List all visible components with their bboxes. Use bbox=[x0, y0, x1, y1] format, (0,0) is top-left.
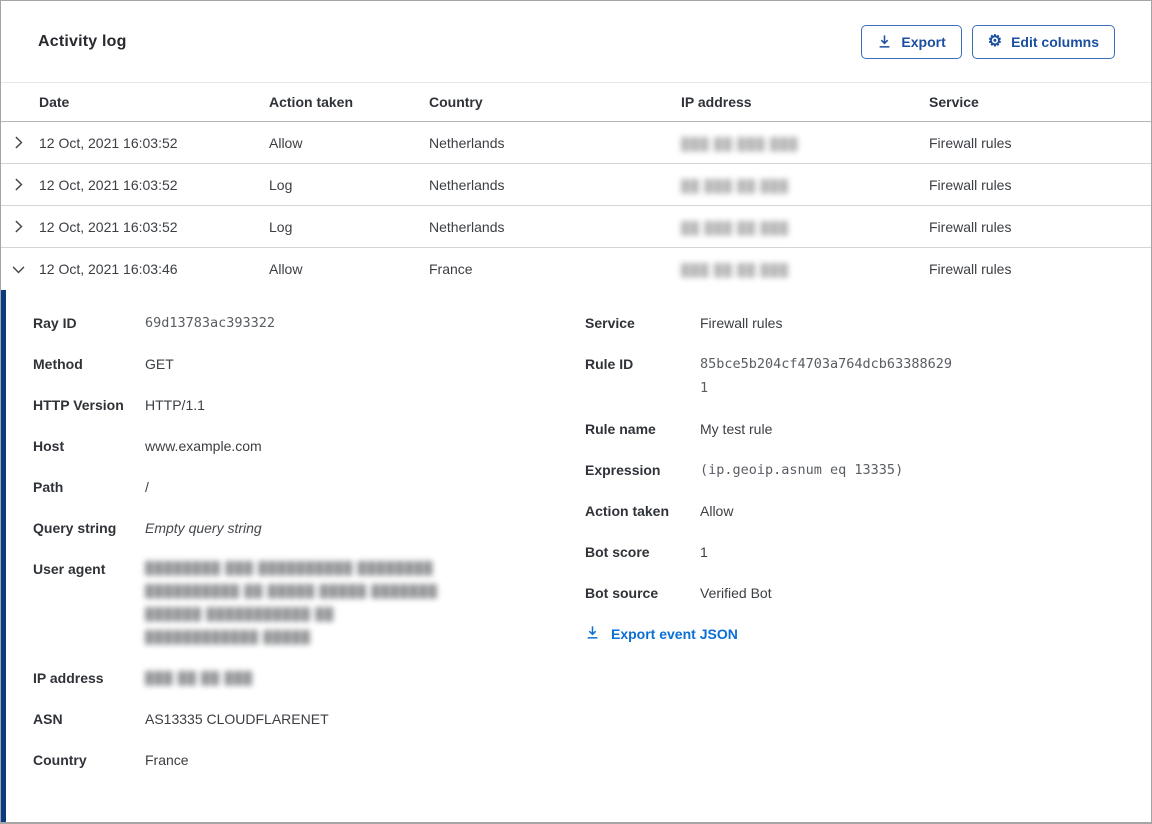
column-header-date: Date bbox=[39, 94, 70, 110]
bot-source-value: Verified Bot bbox=[700, 585, 772, 601]
column-header-action-taken: Action taken bbox=[269, 94, 354, 110]
export-event-json-link[interactable]: Export event JSON bbox=[585, 625, 738, 643]
redacted-ip: ███ ██ ███ ███ bbox=[681, 136, 799, 151]
export-button[interactable]: Export bbox=[861, 24, 962, 59]
redacted-ip: ██ ███ ██ ███ bbox=[681, 220, 790, 235]
redacted-ip: ███ ██ ██ ███ bbox=[681, 263, 790, 277]
cell-action-taken: Log bbox=[269, 218, 293, 235]
field-label: Expression bbox=[585, 462, 661, 478]
field-label: Path bbox=[33, 479, 64, 495]
field-label: Ray ID bbox=[33, 315, 77, 331]
rule-name-value: My test rule bbox=[700, 421, 773, 437]
path-value: / bbox=[145, 479, 149, 495]
cell-country: Netherlands bbox=[429, 176, 505, 193]
cell-country: France bbox=[429, 261, 473, 277]
edit-columns-button-label: Edit columns bbox=[1011, 33, 1099, 50]
cell-service: Firewall rules bbox=[929, 261, 1012, 277]
ip-address-value-redacted: ███ ██ ██ ███ bbox=[145, 671, 254, 685]
table-row[interactable]: 12 Oct, 2021 16:03:52 Allow Netherlands … bbox=[1, 122, 1151, 164]
field-label: Rule ID bbox=[585, 356, 634, 372]
cell-country: Netherlands bbox=[429, 134, 505, 151]
host-value: www.example.com bbox=[145, 438, 262, 454]
cell-date: 12 Oct, 2021 16:03:46 bbox=[39, 261, 178, 277]
cell-country: Netherlands bbox=[429, 218, 505, 235]
chevron-right-icon[interactable] bbox=[1, 135, 39, 150]
cell-service: Firewall rules bbox=[929, 218, 1012, 235]
chevron-down-icon[interactable] bbox=[1, 262, 39, 277]
service-value: Firewall rules bbox=[700, 315, 783, 331]
cell-ip-address: ██ ███ ██ ███ bbox=[681, 177, 929, 193]
field-label: Query string bbox=[33, 520, 117, 536]
field-label: ASN bbox=[33, 711, 63, 727]
cell-service: Firewall rules bbox=[929, 176, 1012, 193]
expression-value: (ip.geoip.asnum eq 13335) bbox=[700, 462, 904, 478]
header-bar: Activity log Export ⚙ Edit columns bbox=[1, 1, 1151, 82]
field-label: Country bbox=[33, 752, 87, 768]
field-label: Service bbox=[585, 315, 635, 331]
field-label: Action taken bbox=[585, 503, 670, 519]
activity-log-panel: Activity log Export ⚙ Edit columns Date … bbox=[0, 0, 1152, 824]
cell-action-taken: Allow bbox=[269, 261, 303, 277]
field-label: HTTP Version bbox=[33, 397, 124, 413]
field-label: Bot source bbox=[585, 585, 659, 601]
export-event-json-label: Export event JSON bbox=[611, 626, 738, 642]
action-taken-value: Allow bbox=[700, 503, 734, 519]
gear-icon: ⚙ bbox=[987, 32, 1003, 50]
query-string-value: Empty query string bbox=[145, 520, 262, 536]
table-row-expanded[interactable]: 12 Oct, 2021 16:03:46 Allow France ███ █… bbox=[1, 248, 1151, 290]
field-label: Method bbox=[33, 356, 83, 372]
page-title: Activity log bbox=[38, 32, 127, 50]
cell-ip-address: ██ ███ ██ ███ bbox=[681, 219, 929, 235]
cell-service: Firewall rules bbox=[929, 134, 1012, 151]
download-icon bbox=[585, 625, 600, 643]
table-row[interactable]: 12 Oct, 2021 16:03:52 Log Netherlands ██… bbox=[1, 164, 1151, 206]
event-detail-left-column: Ray ID 69d13783ac393322 Method GET HTTP Ve… bbox=[33, 311, 585, 822]
toolbar-actions: Export ⚙ Edit columns bbox=[861, 24, 1115, 59]
table-row[interactable]: 12 Oct, 2021 16:03:52 Log Netherlands ██… bbox=[1, 206, 1151, 248]
ray-id-value: 69d13783ac393322 bbox=[145, 315, 276, 331]
field-label: Host bbox=[33, 438, 65, 454]
download-icon bbox=[877, 34, 892, 49]
column-header-ip-address: IP address bbox=[681, 94, 752, 110]
cell-ip-address: ███ ██ ███ ███ bbox=[681, 135, 929, 151]
field-label: User agent bbox=[33, 561, 106, 577]
field-label: Rule name bbox=[585, 421, 656, 437]
event-detail-panel: Ray ID 69d13783ac393322 Method GET HTTP Ve… bbox=[1, 290, 1151, 822]
export-button-label: Export bbox=[901, 33, 946, 50]
field-label: IP address bbox=[33, 670, 104, 686]
column-header-country: Country bbox=[429, 94, 483, 110]
asn-value: AS13335 CLOUDFLARENET bbox=[145, 711, 329, 727]
redacted-ip: ██ ███ ██ ███ bbox=[681, 178, 790, 193]
chevron-right-icon[interactable] bbox=[1, 177, 39, 192]
rule-id-value: 85bce5b204cf4703a764dcb633886291 bbox=[700, 356, 952, 396]
http-version-value: HTTP/1.1 bbox=[145, 397, 205, 413]
table-header-row: Date Action taken Country IP address Ser… bbox=[1, 82, 1151, 122]
method-value: GET bbox=[145, 356, 174, 372]
user-agent-value-redacted: ████████ ███ ██████████ ████████ ███████… bbox=[145, 561, 438, 644]
bot-score-value: 1 bbox=[700, 544, 708, 560]
cell-ip-address: ███ ██ ██ ███ bbox=[681, 261, 929, 277]
edit-columns-button[interactable]: ⚙ Edit columns bbox=[971, 24, 1115, 59]
country-value: France bbox=[145, 752, 189, 768]
chevron-right-icon[interactable] bbox=[1, 219, 39, 234]
column-header-service: Service bbox=[929, 94, 979, 110]
cell-action-taken: Allow bbox=[269, 134, 303, 151]
cell-date: 12 Oct, 2021 16:03:52 bbox=[39, 176, 178, 193]
event-detail-right-column: Service Firewall rules Rule ID 85bce5b204c… bbox=[585, 311, 1121, 822]
field-label: Bot score bbox=[585, 544, 650, 560]
cell-date: 12 Oct, 2021 16:03:52 bbox=[39, 218, 178, 235]
cell-action-taken: Log bbox=[269, 176, 293, 193]
cell-date: 12 Oct, 2021 16:03:52 bbox=[39, 134, 178, 151]
